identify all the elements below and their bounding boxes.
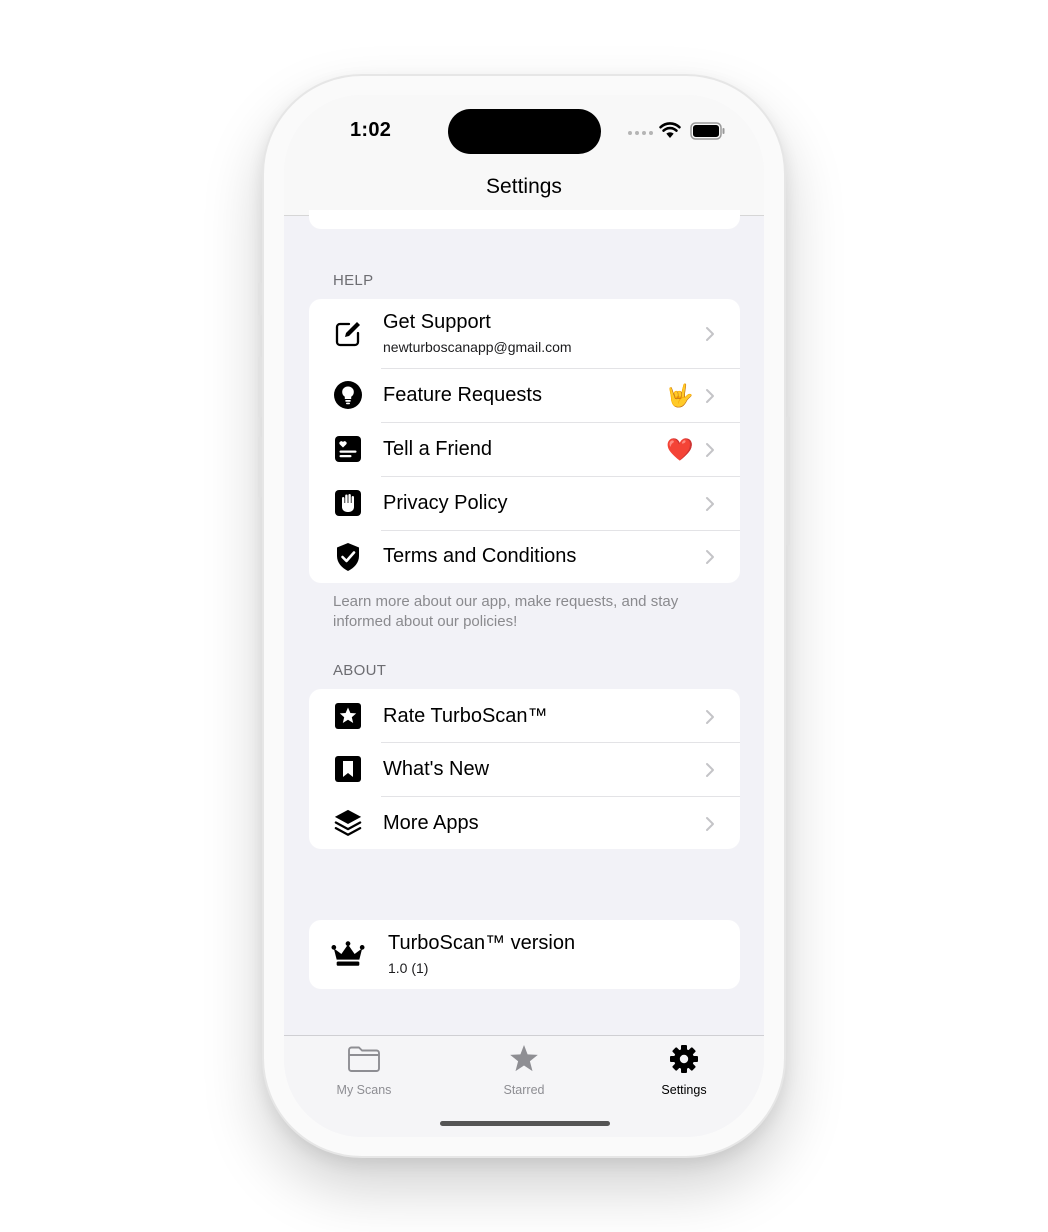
chevron-right-icon: [706, 817, 714, 831]
star-icon: [510, 1045, 538, 1072]
help-section-header: HELP: [333, 272, 374, 289]
page-title: Settings: [486, 175, 562, 198]
checkmark-shield-icon: [333, 542, 363, 572]
row-label: Privacy Policy: [383, 492, 508, 514]
chevron-right-icon: [706, 763, 714, 777]
row-label: What's New: [383, 758, 490, 780]
row-label: More Apps: [383, 812, 479, 834]
app-screen: 1:02 Settings HELP Get Support newturbos…: [284, 95, 764, 1137]
lightbulb-icon: [333, 380, 363, 410]
row-terms-and-conditions[interactable]: Terms and Conditions: [309, 531, 740, 583]
row-label: Tell a Friend: [383, 438, 492, 460]
chevron-right-icon: [706, 497, 714, 511]
row-version: TurboScan™ version 1.0 (1): [309, 920, 740, 989]
dynamic-island: [448, 109, 601, 154]
row-tell-a-friend[interactable]: Tell a Friend ❤️: [309, 423, 740, 476]
stack-layers-icon: [333, 808, 363, 838]
row-more-apps[interactable]: More Apps: [309, 797, 740, 849]
volume-down-button: [258, 436, 262, 498]
help-group: Get Support newturboscanapp@gmail.com Fe…: [309, 299, 740, 583]
volume-up-button: [258, 356, 262, 418]
row-feature-requests[interactable]: Feature Requests 🤟: [309, 369, 740, 422]
row-privacy-policy[interactable]: Privacy Policy: [309, 477, 740, 530]
row-rate-turboscan[interactable]: Rate TurboScan™: [309, 689, 740, 742]
row-label: Get Support: [383, 311, 491, 333]
row-label: Feature Requests: [383, 384, 542, 406]
row-whats-new[interactable]: What's New: [309, 743, 740, 796]
row-label: Rate TurboScan™: [383, 705, 548, 727]
chevron-right-icon: [706, 443, 714, 457]
contact-card-icon: [333, 434, 363, 464]
compose-icon: [333, 319, 363, 349]
chevron-right-icon: [706, 710, 714, 724]
battery-icon: [690, 122, 725, 140]
previous-group-card-edge: [309, 210, 740, 229]
crown-icon: [331, 939, 365, 969]
about-group: Rate TurboScan™ What's New More Apps: [309, 689, 740, 849]
bookmark-square-icon: [333, 754, 363, 784]
chevron-right-icon: [706, 389, 714, 403]
tab-label: My Scans: [336, 1083, 392, 1097]
chevron-right-icon: [706, 327, 714, 341]
folder-icon: [348, 1046, 380, 1072]
version-card: TurboScan™ version 1.0 (1): [309, 920, 740, 989]
row-get-support[interactable]: Get Support newturboscanapp@gmail.com: [309, 299, 740, 369]
home-indicator[interactable]: [440, 1121, 610, 1126]
star-square-icon: [333, 701, 363, 731]
row-label: Terms and Conditions: [383, 545, 577, 567]
tab-label: Starred: [503, 1083, 545, 1097]
tab-settings[interactable]: Settings: [624, 1044, 744, 1097]
tab-my-scans[interactable]: My Scans: [304, 1044, 424, 1097]
tab-label: Settings: [661, 1083, 707, 1097]
version-value: 1.0 (1): [388, 960, 429, 976]
status-bar: 1:02 Settings: [284, 95, 764, 215]
help-section-footer: Learn more about our app, make requests,…: [333, 593, 679, 630]
side-button: [786, 416, 790, 546]
rock-hand-emoji: 🤟: [666, 383, 694, 408]
version-title: TurboScan™ version: [388, 932, 576, 954]
tab-starred[interactable]: Starred: [464, 1044, 584, 1097]
red-heart-emoji: ❤️: [666, 437, 694, 462]
hand-raised-icon: [333, 488, 363, 518]
chevron-right-icon: [706, 550, 714, 564]
status-time: 1:02: [350, 119, 392, 141]
wifi-icon: [659, 122, 681, 138]
gear-icon: [670, 1045, 698, 1073]
cellular-signal-icon: [628, 131, 653, 135]
about-section-header: ABOUT: [333, 662, 387, 679]
support-email: newturboscanapp@gmail.com: [383, 339, 572, 355]
action-button: [258, 282, 262, 316]
